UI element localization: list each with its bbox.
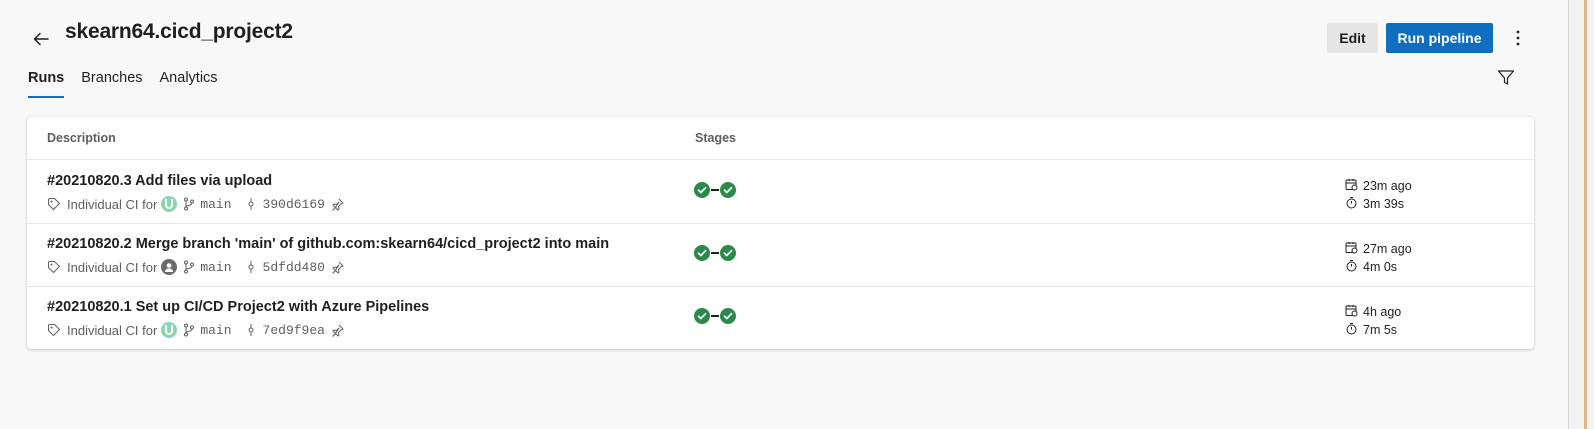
queued-time: 27m ago: [1363, 242, 1412, 256]
trigger-text: Individual CI for: [67, 322, 158, 338]
commit-hash[interactable]: 390d6169: [263, 197, 325, 212]
pipeline-page: skearn64.cicd_project2 Edit Run pipeline…: [0, 0, 1568, 429]
stage-connector: [711, 189, 719, 191]
calendar-icon: [1345, 178, 1363, 194]
duration: 3m 39s: [1363, 197, 1404, 211]
back-arrow-icon[interactable]: [28, 26, 54, 52]
run-times: 4h ago 7m 5s: [1345, 303, 1401, 339]
stopwatch-icon: [1345, 259, 1363, 275]
page-header: skearn64.cicd_project2 Edit Run pipeline…: [0, 0, 1568, 110]
tab-runs[interactable]: Runs: [28, 70, 65, 98]
run-title[interactable]: #20210820.1 Set up CI/CD Project2 with A…: [47, 299, 429, 315]
run-pipeline-button[interactable]: Run pipeline: [1386, 23, 1493, 53]
column-stages: Stages: [695, 131, 736, 145]
run-meta: Individual CI for main 7ed9f9ea: [47, 321, 344, 339]
table-row[interactable]: #20210820.2 Merge branch 'main' of githu…: [27, 223, 1534, 287]
stage-connector: [711, 252, 719, 254]
success-check-icon[interactable]: [720, 308, 736, 324]
commit-icon: [246, 260, 256, 274]
filter-icon[interactable]: [1496, 68, 1516, 88]
edge-accent: [1584, 0, 1587, 429]
stages-status[interactable]: [694, 308, 736, 324]
commit-icon: [246, 323, 256, 337]
branch-icon: [183, 260, 195, 274]
stopwatch-icon: [1345, 322, 1363, 338]
success-check-icon[interactable]: [720, 245, 736, 261]
branch-name[interactable]: main: [200, 323, 231, 338]
commit-hash[interactable]: 7ed9f9ea: [263, 323, 325, 338]
queued-time: 4h ago: [1363, 305, 1402, 319]
trigger-text: Individual CI for: [67, 259, 158, 275]
pin-icon[interactable]: [331, 198, 344, 211]
runs-table: Description Stages #20210820.3 Add files…: [27, 117, 1534, 349]
table-row[interactable]: #20210820.1 Set up CI/CD Project2 with A…: [27, 286, 1534, 349]
window-edge: [1568, 0, 1594, 429]
run-title[interactable]: #20210820.3 Add files via upload: [47, 173, 272, 189]
calendar-icon: [1345, 304, 1363, 320]
table-row[interactable]: #20210820.3 Add files via upload Individ…: [27, 160, 1534, 224]
run-title[interactable]: #20210820.2 Merge branch 'main' of githu…: [47, 236, 609, 252]
branch-icon: [183, 197, 195, 211]
branch-icon: [183, 323, 195, 337]
run-times: 23m ago 3m 39s: [1345, 177, 1412, 213]
duration: 7m 5s: [1363, 323, 1398, 337]
stages-status[interactable]: [694, 182, 736, 198]
branch-name[interactable]: main: [200, 260, 231, 275]
success-check-icon[interactable]: [720, 182, 736, 198]
tab-branches[interactable]: Branches: [81, 70, 142, 98]
commit-icon: [246, 197, 256, 211]
calendar-icon: [1345, 241, 1363, 257]
avatar: [161, 196, 178, 212]
stage-connector: [711, 315, 719, 317]
page-title: skearn64.cicd_project2: [65, 20, 293, 43]
tag-icon: [47, 197, 61, 211]
tab-bar: Runs Branches Analytics: [28, 70, 218, 98]
tag-icon: [47, 260, 61, 274]
run-times: 27m ago 4m 0s: [1345, 240, 1412, 276]
trigger-text: Individual CI for: [67, 196, 158, 212]
stages-status[interactable]: [694, 245, 736, 261]
table-header: Description Stages: [27, 117, 1534, 160]
success-check-icon[interactable]: [694, 182, 710, 198]
commit-hash[interactable]: 5dfdd480: [263, 260, 325, 275]
queued-time: 23m ago: [1363, 179, 1412, 193]
more-actions-icon[interactable]: [1507, 25, 1529, 51]
tab-analytics[interactable]: Analytics: [160, 70, 218, 98]
avatar: [161, 322, 178, 338]
pin-icon[interactable]: [331, 324, 344, 337]
pin-icon[interactable]: [331, 261, 344, 274]
tag-icon: [47, 323, 61, 337]
avatar: [161, 259, 178, 275]
stopwatch-icon: [1345, 196, 1363, 212]
run-meta: Individual CI for main 390d6169: [47, 195, 344, 213]
branch-name[interactable]: main: [200, 197, 231, 212]
duration: 4m 0s: [1363, 260, 1398, 274]
edit-button[interactable]: Edit: [1327, 23, 1378, 53]
success-check-icon[interactable]: [694, 245, 710, 261]
success-check-icon[interactable]: [694, 308, 710, 324]
run-meta: Individual CI for main 5dfdd480: [47, 258, 344, 276]
column-description: Description: [47, 131, 116, 145]
